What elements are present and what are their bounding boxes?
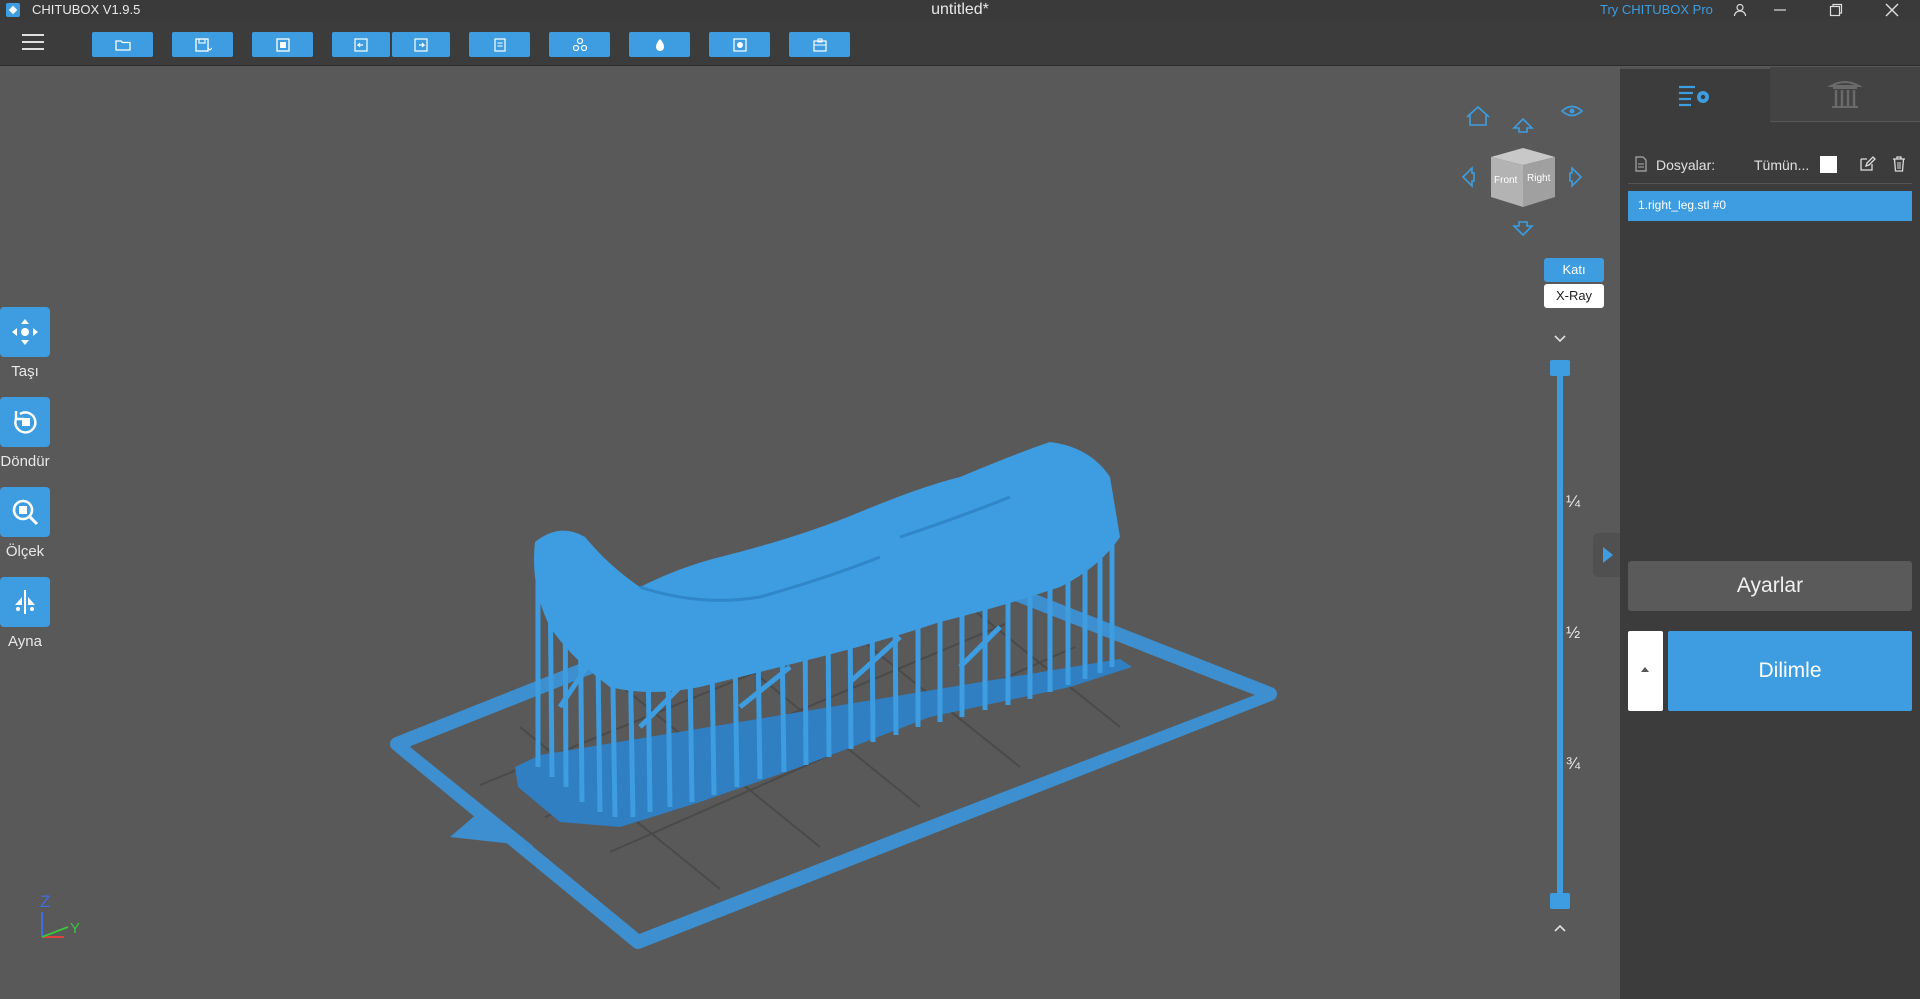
mirror-tool[interactable]: Ayna bbox=[0, 577, 50, 650]
layer-slider-track[interactable] bbox=[1557, 366, 1563, 902]
layer-slider-top-handle[interactable] bbox=[1550, 360, 1570, 376]
list-settings-icon bbox=[1679, 85, 1709, 106]
view-left-arrow-icon[interactable] bbox=[1461, 166, 1475, 188]
drill-icon bbox=[732, 37, 747, 52]
undo-icon bbox=[354, 37, 368, 52]
axis-indicator: Z Y bbox=[34, 892, 84, 947]
view-navigation: Front Right bbox=[1455, 95, 1590, 243]
minimize-icon[interactable] bbox=[1760, 0, 1800, 20]
scale-tool[interactable]: Ölçek bbox=[0, 487, 50, 560]
move-tool[interactable]: Taşı bbox=[0, 307, 50, 380]
hollow-icon bbox=[655, 38, 664, 51]
chevron-down-icon[interactable] bbox=[1550, 332, 1570, 346]
drill-button[interactable] bbox=[709, 32, 770, 57]
copy-button[interactable] bbox=[469, 32, 530, 57]
home-view-icon[interactable] bbox=[1466, 105, 1490, 126]
right-panel: Dosyalar: Tümün... 1.right_leg.stl #0 Ay… bbox=[1620, 67, 1920, 999]
xray-mode-button[interactable]: X-Ray bbox=[1544, 284, 1604, 308]
axis-lines bbox=[41, 912, 69, 938]
rotate-tool[interactable]: Döndür bbox=[0, 397, 50, 470]
mirror-button[interactable] bbox=[0, 577, 50, 627]
save-icon bbox=[194, 37, 212, 52]
mirror-label: Ayna bbox=[8, 633, 42, 650]
3d-viewport[interactable]: Z Y bbox=[0, 67, 1620, 999]
open-file-button[interactable] bbox=[92, 32, 153, 57]
user-icon[interactable] bbox=[1720, 0, 1760, 20]
scale-label: Ölçek bbox=[5, 543, 45, 560]
title-bar: CHITUBOX V1.9.5 untitled* Try CHITUBOX P… bbox=[0, 0, 1920, 20]
file-icon bbox=[1635, 156, 1647, 172]
open-folder-icon bbox=[114, 39, 131, 51]
layer-tick-half: ½ bbox=[1566, 623, 1581, 642]
file-list-item[interactable]: 1.right_leg.stl #0 bbox=[1628, 191, 1912, 221]
settings-button[interactable]: Ayarlar bbox=[1628, 561, 1912, 611]
screenshot-button[interactable] bbox=[252, 32, 313, 57]
nav-cube-front-label: Front bbox=[1494, 175, 1518, 186]
chitubox-logo-icon bbox=[6, 3, 20, 17]
screenshot-icon bbox=[275, 37, 290, 52]
save-button[interactable] bbox=[172, 32, 233, 57]
main-toolbar bbox=[0, 20, 1920, 66]
layer-tick-three-quarters: ¾ bbox=[1566, 754, 1581, 773]
redo-button[interactable] bbox=[392, 32, 450, 57]
nav-controls bbox=[1461, 105, 1584, 237]
chevron-up-icon[interactable] bbox=[1550, 921, 1570, 935]
mirror-icon bbox=[15, 590, 35, 614]
eye-view-icon[interactable] bbox=[1560, 105, 1584, 117]
solid-mode-button[interactable]: Katı bbox=[1544, 258, 1604, 282]
select-all-label: Tümün... bbox=[1754, 157, 1810, 173]
slice-group: Dilimle bbox=[1628, 631, 1912, 711]
move-button[interactable] bbox=[0, 307, 50, 357]
arrange-icon bbox=[572, 37, 587, 51]
hamburger-menu-icon[interactable] bbox=[22, 34, 44, 52]
tab-supports[interactable] bbox=[1770, 67, 1920, 122]
settings-icon bbox=[812, 38, 827, 52]
divider bbox=[1628, 183, 1912, 184]
restore-icon[interactable] bbox=[1816, 0, 1856, 20]
hollow-button[interactable] bbox=[629, 32, 690, 57]
supports-icon bbox=[1827, 81, 1863, 108]
arrange-button[interactable] bbox=[549, 32, 610, 57]
undo-button[interactable] bbox=[332, 32, 390, 57]
slice-button[interactable]: Dilimle bbox=[1668, 631, 1912, 711]
files-label: Dosyalar: bbox=[1656, 157, 1716, 173]
layer-tick-quarter: ¼ bbox=[1566, 492, 1581, 511]
close-icon[interactable] bbox=[1872, 0, 1912, 20]
copy-icon bbox=[493, 37, 506, 52]
view-down-arrow-icon[interactable] bbox=[1512, 221, 1534, 237]
rotate-button[interactable] bbox=[0, 397, 50, 447]
view-right-arrow-icon[interactable] bbox=[1569, 166, 1583, 188]
rotate-label: Döndür bbox=[0, 453, 50, 470]
view-up-arrow-icon[interactable] bbox=[1512, 117, 1534, 133]
scale-button[interactable] bbox=[0, 487, 50, 537]
files-header: Dosyalar: Tümün... bbox=[1634, 155, 1906, 175]
scene-canvas[interactable] bbox=[0, 67, 1620, 999]
rotate-icon bbox=[14, 411, 37, 434]
slice-options-dropdown-icon[interactable] bbox=[1628, 631, 1663, 711]
layer-slider-bottom-handle[interactable] bbox=[1550, 893, 1570, 909]
select-all-checkbox[interactable] bbox=[1820, 156, 1837, 173]
move-arrows-icon bbox=[12, 319, 38, 345]
trash-icon[interactable] bbox=[1890, 155, 1908, 173]
move-label: Taşı bbox=[11, 363, 39, 380]
panel-collapse-toggle[interactable] bbox=[1593, 533, 1620, 577]
nav-cube-right-label: Right bbox=[1527, 173, 1551, 184]
try-pro-link[interactable]: Try CHITUBOX Pro bbox=[1600, 2, 1713, 17]
support-settings-button[interactable] bbox=[789, 32, 850, 57]
scale-magnifier-icon bbox=[12, 499, 39, 526]
redo-icon bbox=[414, 37, 428, 52]
edit-icon[interactable] bbox=[1858, 155, 1876, 173]
tab-file-settings[interactable] bbox=[1620, 67, 1770, 122]
app-title: CHITUBOX V1.9.5 bbox=[32, 2, 141, 17]
